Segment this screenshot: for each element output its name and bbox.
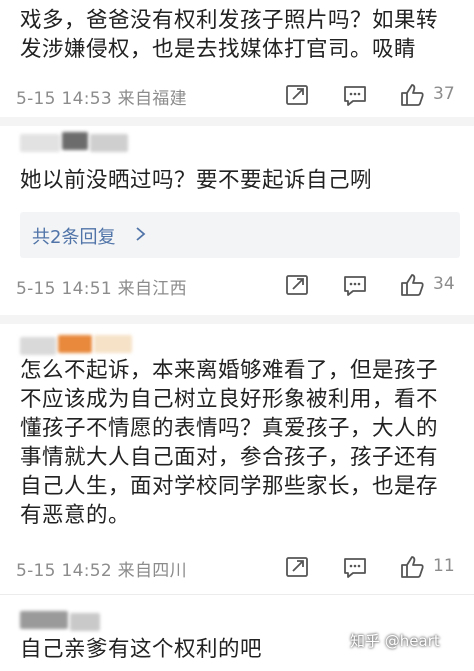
like-button[interactable] bbox=[398, 553, 426, 581]
comment-icon bbox=[344, 276, 366, 296]
comment-button[interactable] bbox=[341, 553, 369, 581]
share-icon bbox=[286, 557, 308, 577]
comment-button[interactable] bbox=[341, 81, 369, 109]
share-button[interactable] bbox=[283, 271, 311, 299]
like-button[interactable] bbox=[398, 271, 426, 299]
username-blurred bbox=[94, 335, 132, 353]
share-button[interactable] bbox=[283, 553, 311, 581]
share-icon bbox=[286, 85, 308, 105]
like-button[interactable] bbox=[398, 81, 426, 109]
section-divider bbox=[0, 315, 474, 324]
comment-time-location: 5-15 14:51 来自江西 bbox=[16, 279, 187, 299]
username-blurred bbox=[62, 132, 88, 150]
like-icon bbox=[401, 274, 424, 296]
comment-time-location: 5-15 14:52 来自四川 bbox=[16, 561, 187, 581]
comment-meta-row: 5-15 14:53 来自福建 37 bbox=[0, 78, 474, 114]
section-divider bbox=[0, 594, 474, 595]
username-blurred bbox=[58, 335, 92, 353]
chevron-right-icon bbox=[134, 222, 148, 246]
username-blurred bbox=[90, 134, 128, 152]
comment-text: 她以前没晒过吗？要不要起诉自己咧 bbox=[20, 168, 373, 193]
reply-box[interactable]: 共2条回复 bbox=[20, 212, 460, 258]
share-button[interactable] bbox=[283, 81, 311, 109]
username-blurred bbox=[20, 611, 68, 629]
like-icon bbox=[401, 84, 424, 106]
share-icon bbox=[286, 275, 308, 295]
comment-text: 怎么不起诉，本来离婚够难看了，但是孩子 不应该成为自己树立良好形象被利用，看不 … bbox=[20, 358, 439, 528]
like-count: 11 bbox=[433, 556, 455, 576]
username-blurred bbox=[20, 134, 60, 152]
comment-button[interactable] bbox=[341, 271, 369, 299]
watermark: 知乎 @heart bbox=[350, 632, 440, 650]
username-blurred bbox=[70, 613, 100, 631]
section-divider bbox=[0, 117, 474, 126]
like-count: 37 bbox=[433, 84, 455, 104]
view-replies-link[interactable]: 共2条回复 bbox=[32, 223, 115, 249]
comment-meta-row: 5-15 14:52 来自四川 11 bbox=[0, 550, 474, 586]
comment-meta-row: 5-15 14:51 来自江西 34 bbox=[0, 268, 474, 304]
comment-icon bbox=[344, 558, 366, 578]
like-count: 34 bbox=[433, 274, 455, 294]
comment-text: 戏多，爸爸没有权利发孩子照片吗？如果转 发涉嫌侵权，也是去找媒体打官司。吸睛 bbox=[20, 8, 439, 62]
username-blurred bbox=[20, 337, 56, 355]
like-icon bbox=[401, 556, 424, 578]
comment-icon bbox=[344, 86, 366, 106]
comment-time-location: 5-15 14:53 来自福建 bbox=[16, 89, 187, 109]
